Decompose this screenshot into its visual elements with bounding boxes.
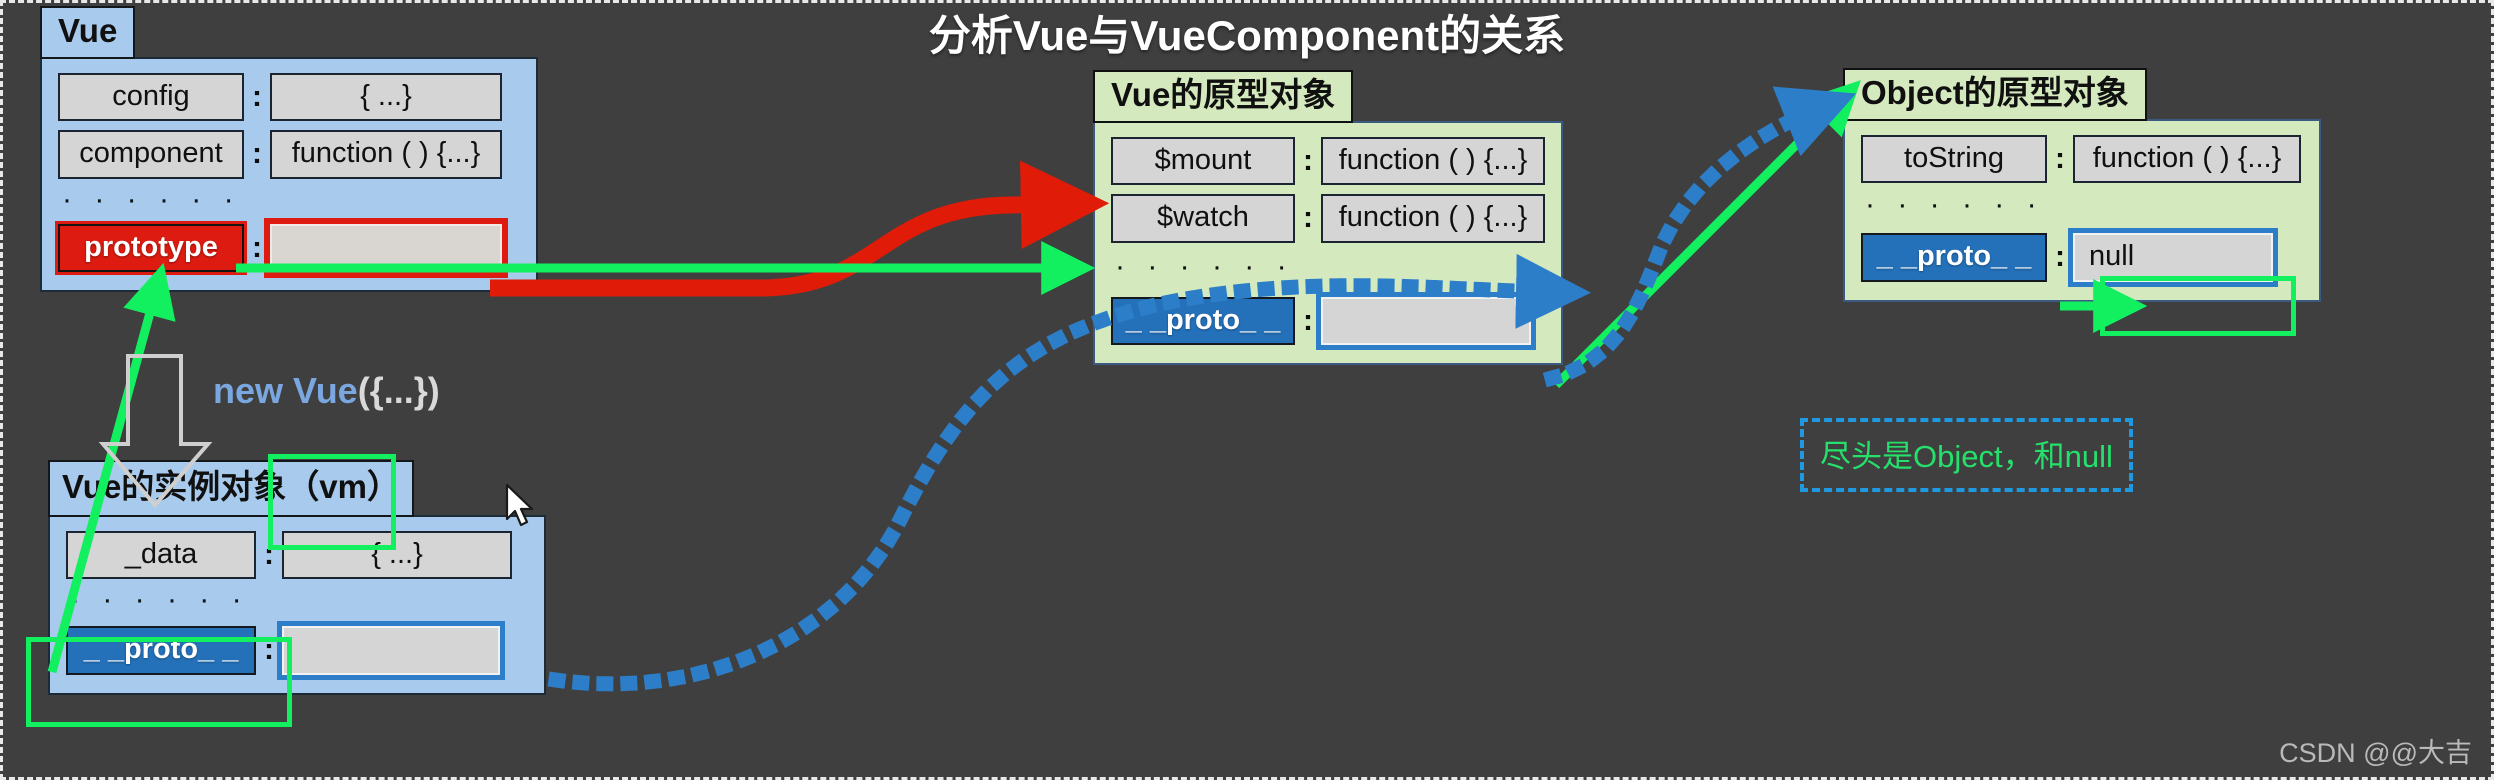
box-vue-body: config : { ...} component : function ( )… [40, 56, 538, 292]
blue-dotted-arrow-vueproto-to-objectproto [1542, 86, 1857, 388]
colon: : [1303, 143, 1313, 177]
ellipsis-dots: · · · · · · [70, 583, 249, 617]
box-vue: Vue config : { ...} component : function… [40, 6, 538, 292]
row-vueproto-proto: _ _proto_ _ : [1111, 296, 1545, 345]
box-object-prototype: Object的原型对象 toString : function ( ) {...… [1843, 68, 2321, 302]
colon: : [252, 230, 262, 264]
cell-value-component[interactable]: function ( ) {...} [270, 130, 502, 179]
cell-value-mount[interactable]: function ( ) {...} [1321, 136, 1545, 186]
cell-value-null[interactable]: null [2073, 233, 2273, 282]
row-vue-prototype: prototype : [58, 223, 520, 272]
cell-key-proto[interactable]: _ _proto_ _ [1111, 296, 1295, 345]
box-vue-prototype: Vue的原型对象 $mount : function ( ) {...} $wa… [1093, 70, 1563, 365]
red-arrow-prototype-to-vueproto [490, 160, 1110, 297]
cell-key-component[interactable]: component [58, 130, 244, 179]
row-tostring: toString : function ( ) {...} [1861, 134, 2303, 184]
cell-key-prototype[interactable]: prototype [58, 223, 244, 272]
cell-value-config[interactable]: { ...} [270, 72, 502, 122]
highlight-rect-vm-proto [26, 637, 292, 727]
note-object-null: 尽头是Object，和null [1800, 418, 2133, 492]
colon: : [252, 137, 262, 171]
cell-key-data[interactable]: _data [66, 530, 256, 580]
mouse-cursor [505, 483, 534, 527]
row-mount: $mount : function ( ) {...} [1111, 136, 1545, 186]
cell-value-prototype[interactable] [270, 223, 502, 272]
ellipsis-dots: · · · · · · [1115, 249, 1294, 283]
cell-value-watch[interactable]: function ( ) {...} [1321, 194, 1545, 243]
cell-key-proto[interactable]: _ _proto_ _ [1861, 233, 2047, 282]
new-vue-keyword: new Vue [213, 370, 358, 411]
cell-value-tostring[interactable]: function ( ) {...} [2073, 134, 2301, 184]
box-object-prototype-header: Object的原型对象 [1843, 68, 2147, 121]
colon: : [252, 79, 262, 113]
highlight-rect-objproto-null [2100, 276, 2296, 336]
row-watch: $watch : function ( ) {...} [1111, 194, 1545, 243]
box-vue-prototype-header: Vue的原型对象 [1093, 70, 1354, 123]
cell-key-mount[interactable]: $mount [1111, 136, 1295, 186]
cell-key-watch[interactable]: $watch [1111, 194, 1295, 243]
cell-key-config[interactable]: config [58, 72, 244, 122]
cell-value-proto[interactable] [1321, 296, 1531, 345]
ellipsis-dots: · · · · · · [1865, 188, 2044, 222]
cell-value-proto[interactable] [282, 626, 500, 675]
cell-key-tostring[interactable]: toString [1861, 134, 2047, 184]
ellipsis-dots: · · · · · · [62, 182, 241, 216]
colon: : [2055, 141, 2065, 175]
box-vue-prototype-body: $mount : function ( ) {...} $watch : fun… [1093, 120, 1563, 365]
diagram-canvas: 分析Vue与VueComponent的关系 Vue config: {...… [0, 0, 2494, 780]
new-vue-args: ({...}) [357, 370, 440, 411]
box-object-prototype-body: toString : function ( ) {...} · · · · · … [1843, 118, 2321, 302]
highlight-rect-vm-title [268, 454, 396, 550]
colon: : [1303, 303, 1313, 337]
row-objproto-proto: _ _proto_ _ : null [1861, 233, 2303, 282]
row-vue-component: component : function ( ) {...} [58, 130, 520, 179]
row-vue-config: config : { ...} [58, 72, 520, 122]
green-arrow-vueproto-to-objectproto [1552, 80, 1861, 389]
colon: : [2055, 240, 2065, 274]
watermark: CSDN @@大吉 [2279, 738, 2472, 768]
box-vue-header: Vue [40, 6, 136, 59]
new-vue-label: new Vue({...}) [213, 370, 440, 412]
colon: : [1303, 201, 1313, 235]
